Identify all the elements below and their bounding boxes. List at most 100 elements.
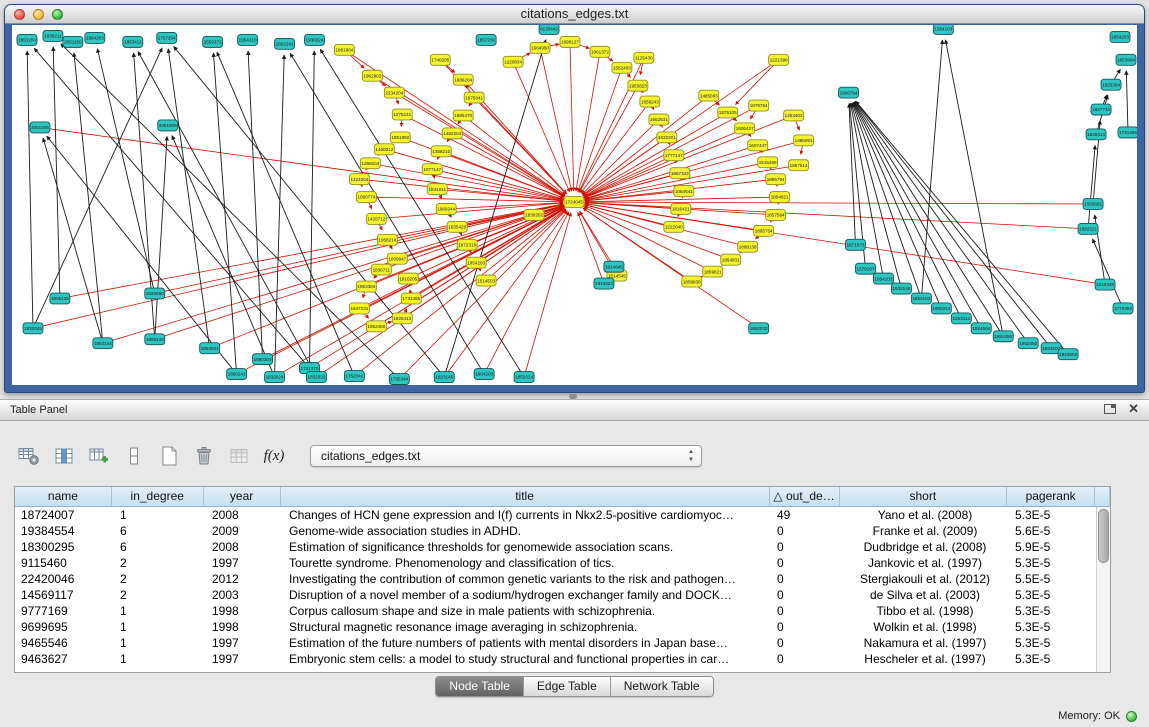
graph-node[interactable]: 1552403 xyxy=(612,62,632,73)
graph-node[interactable]: 1664950 xyxy=(530,42,550,53)
new-column-icon[interactable] xyxy=(86,444,112,468)
graph-node[interactable]: 1955823 xyxy=(628,80,648,91)
graph-node[interactable]: 1905214 xyxy=(931,303,951,314)
graph-node[interactable]: 1853204 xyxy=(17,34,37,45)
graph-node[interactable]: 1930224 xyxy=(304,34,324,45)
graph-node[interactable]: 1960244 xyxy=(436,204,456,215)
graph-edge[interactable] xyxy=(463,115,565,195)
graph-edge[interactable] xyxy=(155,205,564,339)
graph-edge[interactable] xyxy=(585,202,1093,204)
graph-node[interactable]: 1879754 xyxy=(749,100,769,111)
graph-node[interactable]: 1854203 xyxy=(1110,31,1130,42)
graph-node[interactable]: 1932045 xyxy=(23,323,43,334)
graph-edge[interactable] xyxy=(53,47,60,299)
column-header-name[interactable]: name xyxy=(15,487,112,507)
graph-node[interactable]: 1852032 xyxy=(749,323,769,334)
graph-node[interactable]: 1923145 xyxy=(434,372,454,383)
graph-node[interactable]: 1954103 xyxy=(933,25,953,34)
graph-node[interactable]: 1905135 xyxy=(50,293,70,304)
graph-edge[interactable] xyxy=(945,40,1003,337)
graph-edge[interactable] xyxy=(138,52,316,378)
graph-node[interactable]: 1731455 xyxy=(401,293,421,304)
graph-node[interactable]: 1662531 xyxy=(649,114,669,125)
graph-node[interactable]: 1462204 xyxy=(442,128,462,139)
graph-node[interactable]: 1850241 xyxy=(227,369,247,380)
new-file-icon[interactable] xyxy=(156,444,182,468)
graph-node[interactable]: 1852024 xyxy=(514,372,534,383)
graph-edge[interactable] xyxy=(399,210,566,379)
delete-icon[interactable] xyxy=(191,444,217,468)
column-header-title[interactable]: title xyxy=(281,487,770,507)
import-table-icon[interactable] xyxy=(226,444,252,468)
graph-edge[interactable] xyxy=(172,136,275,378)
graph-node[interactable]: 1825413 xyxy=(392,313,412,324)
graph-node[interactable]: 1905133 xyxy=(145,334,165,345)
graph-node[interactable]: 1724045 xyxy=(564,197,584,208)
graph-node[interactable]: 1910205 xyxy=(398,273,418,284)
graph-node[interactable]: 1515469 xyxy=(758,157,778,168)
graph-node[interactable]: 1853904 xyxy=(1116,54,1136,65)
show-columns-icon[interactable] xyxy=(51,444,77,468)
graph-node[interactable]: 1854203 xyxy=(873,273,893,284)
column-header-year[interactable]: year xyxy=(204,487,281,507)
graph-edge[interactable] xyxy=(34,48,309,368)
graph-edge[interactable] xyxy=(474,98,566,194)
graph-node[interactable]: 1984203 xyxy=(85,32,105,43)
graph-node[interactable]: 1851992 xyxy=(390,132,410,143)
graph-node[interactable]: 1077147 xyxy=(422,164,442,175)
table-selector-dropdown[interactable]: citations_edges.txt ▲▼ xyxy=(310,445,702,467)
graph-edge[interactable] xyxy=(309,51,314,368)
graph-node[interactable]: 1930211 xyxy=(43,30,63,41)
graph-node[interactable]: 1835420 xyxy=(447,221,467,232)
graph-edge[interactable] xyxy=(1126,71,1128,133)
graph-node[interactable]: 1954210 xyxy=(238,34,258,45)
graph-node[interactable]: 1899138 xyxy=(738,241,758,252)
graph-node[interactable]: 1832024 xyxy=(265,372,285,383)
graph-node[interactable]: 1952450 xyxy=(366,321,386,332)
graph-node[interactable]: 1275141 xyxy=(392,109,412,120)
column-header-out_de[interactable]: △ out_de… xyxy=(770,487,840,507)
graph-node[interactable]: 1696127 xyxy=(560,36,580,47)
row-height-icon[interactable] xyxy=(121,444,147,468)
graph-node[interactable]: 2620650 xyxy=(145,288,165,299)
graph-node[interactable]: 1853021 xyxy=(200,343,220,354)
graph-node[interactable]: 1845314 xyxy=(1086,129,1106,140)
graph-node[interactable]: 1854921 xyxy=(770,192,790,203)
graph-edge[interactable] xyxy=(578,212,604,283)
graph-edge[interactable] xyxy=(74,53,103,343)
graph-node[interactable]: 1731455 xyxy=(1118,127,1137,138)
table-row[interactable]: 946362711997Embryonic stem cells: a mode… xyxy=(15,651,1110,667)
table-row[interactable]: 969969511998Structural magnetic resonanc… xyxy=(15,619,1110,635)
table-row[interactable]: 1830029562008Estimation of significance … xyxy=(15,539,1110,555)
minimize-window-button[interactable] xyxy=(33,9,44,20)
graph-node[interactable]: 1424204 xyxy=(349,174,369,185)
graph-node[interactable]: 1966794 xyxy=(839,87,859,98)
graph-node[interactable]: 1765344 xyxy=(389,374,409,385)
graph-node[interactable]: 1575105 xyxy=(718,107,738,118)
graph-node[interactable]: 1863304 xyxy=(356,281,376,292)
graph-node[interactable]: 1867343 xyxy=(670,168,690,179)
graph-node[interactable]: 1258104 xyxy=(360,158,380,169)
graph-edge[interactable] xyxy=(168,49,209,348)
graph-edge[interactable] xyxy=(584,207,713,272)
graph-edge[interactable] xyxy=(570,42,574,191)
graph-node[interactable]: 1854931 xyxy=(721,254,741,265)
graph-edge[interactable] xyxy=(27,51,33,328)
graph-edge[interactable] xyxy=(103,205,564,343)
graph-node[interactable]: 1221390 xyxy=(769,54,789,65)
graph-node[interactable]: 1853411 xyxy=(123,36,143,47)
graph-node[interactable]: 1962902 xyxy=(362,70,382,81)
graph-node[interactable]: 1853114 xyxy=(951,313,971,324)
graph-node[interactable]: 1064541 xyxy=(674,186,694,197)
table-row[interactable]: 1456911722003Disruption of a novel membe… xyxy=(15,587,1110,603)
column-header-in_degree[interactable]: in_degree xyxy=(112,487,204,507)
graph-node[interactable]: 1757204 xyxy=(157,32,177,43)
graph-node[interactable]: 1904203 xyxy=(474,369,494,380)
graph-node[interactable]: 1777147 xyxy=(664,150,684,161)
graph-edge[interactable] xyxy=(1092,239,1123,309)
graph-node[interactable]: 1962450 xyxy=(1018,338,1038,349)
graph-node[interactable]: 1632201 xyxy=(657,132,677,143)
graph-node[interactable]: 1816421 xyxy=(671,204,691,215)
graph-edge[interactable] xyxy=(579,58,644,192)
table-row[interactable]: 911546021997Tourette syndrome. Phenomeno… xyxy=(15,555,1110,571)
